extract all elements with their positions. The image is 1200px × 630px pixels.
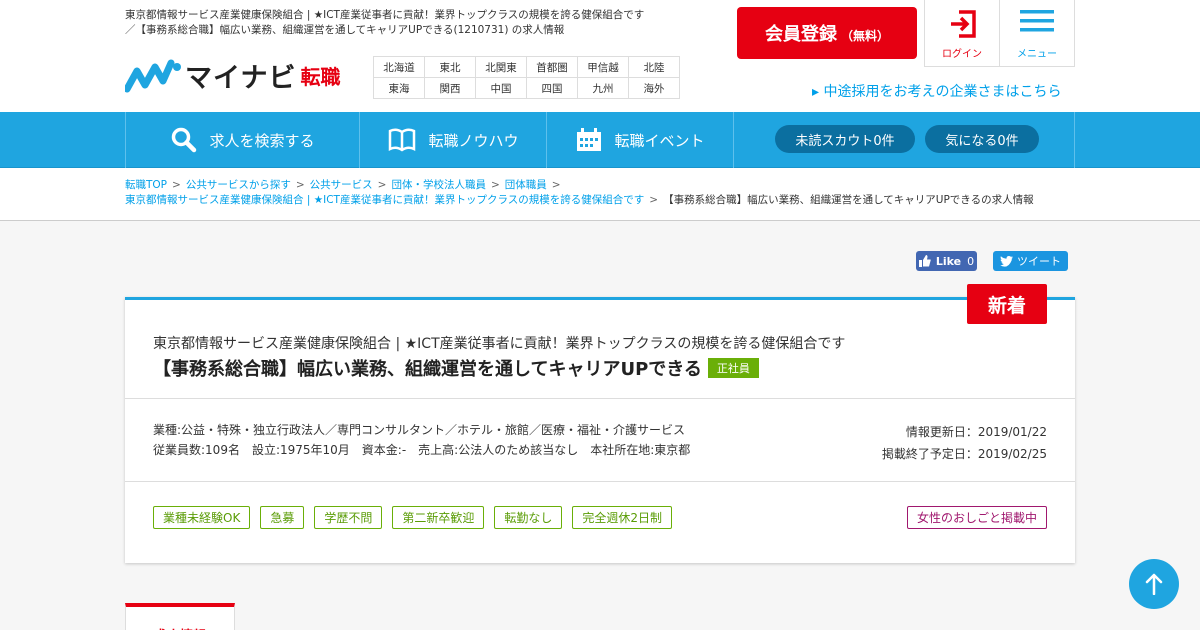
- thumbs-up-icon: [918, 255, 931, 267]
- breadcrumb-separator: >: [172, 179, 181, 191]
- feature-tag: 業種未経験OK: [153, 506, 251, 529]
- breadcrumb-current: 【事務系総合職】幅広い業務、組織運営を通してキャリアUPできるの求人情報: [663, 194, 1034, 206]
- women-job-tag[interactable]: 女性のおしごと掲載中: [906, 506, 1047, 529]
- twitter-bird-icon: [1000, 255, 1013, 267]
- scout-button[interactable]: 未読スカウト0件: [775, 125, 915, 153]
- region-link[interactable]: 中国: [475, 77, 527, 99]
- logo-text: マイナビ: [185, 63, 297, 94]
- region-link[interactable]: 東海: [373, 77, 425, 99]
- breadcrumb-link[interactable]: 転職TOP: [125, 179, 167, 191]
- region-link[interactable]: 四国: [526, 77, 578, 99]
- breadcrumb-separator: >: [551, 179, 561, 191]
- end-date: 掲載終了予定日：2019/02/25: [881, 447, 1047, 461]
- search-icon: [172, 127, 197, 153]
- corporate-link[interactable]: ▸ 中途採用をお考えの企業さまはこちら: [812, 81, 1061, 101]
- register-free-label: （無料）: [840, 28, 889, 43]
- calendar-icon: [577, 128, 602, 151]
- company-details: 従業員数:109名 設立:1975年10月 資本金:- 売上高:公法人のため該当…: [153, 443, 691, 457]
- breadcrumb-separator: >: [295, 179, 305, 191]
- company-industry: 業種:公益・特殊・独立行政法人／専門コンサルタント／ホテル・旅館／医療・福祉・介…: [153, 423, 686, 437]
- like-label: Like: [935, 254, 962, 268]
- breadcrumb-line-1: 転職TOP > 公共サービスから探す > 公共サービス > 団体・学校法人職員 > 団体職員 >: [125, 178, 566, 193]
- breadcrumb-line-2: 東京都情報サービス産業健康保険組合 | ★ICT産業従事者に貢献！業界トップクラ…: [125, 193, 1034, 208]
- site-header: 東京都情報サービス産業健康保険組合 | ★ICT産業従事者に貢献！業界トップクラ…: [0, 0, 1200, 112]
- breadcrumb-separator: >: [377, 179, 387, 191]
- job-title-text: 【事務系総合職】幅広い業務、組織運営を通してキャリアUPできる: [153, 359, 702, 380]
- feature-tag: 転勤なし: [494, 506, 563, 529]
- facebook-like-button[interactable]: Like 0: [916, 251, 977, 271]
- employment-type-badge: 正社員: [707, 358, 759, 378]
- feature-tags: 業種未経験OK 急募 学歴不問 第二新卒歓迎 転勤なし 完全週休2日制: [153, 506, 682, 529]
- updated-date: 情報更新日：2019/01/22: [905, 425, 1047, 439]
- region-link[interactable]: 北関東: [475, 56, 527, 78]
- feature-tag: 第二新卒歓迎: [392, 506, 485, 529]
- login-icon: [951, 10, 976, 38]
- job-title: 【事務系総合職】幅広い業務、組織運営を通してキャリアUPできる 正社員: [153, 355, 759, 381]
- card-divider: [125, 398, 1075, 399]
- breadcrumb-link[interactable]: 団体・学校法人職員: [391, 179, 486, 191]
- site-logo[interactable]: マイナビ 転職: [125, 56, 340, 95]
- tab-job-info[interactable]: 求人情報: [125, 603, 235, 630]
- like-count: 0: [967, 254, 975, 268]
- breadcrumb-link[interactable]: 公共サービスから探す: [186, 179, 291, 191]
- region-link[interactable]: 東北: [424, 56, 476, 78]
- global-nav: 求人を検索する 転職ノウハウ 転職イベント 未読スカウト0件 気になる0件: [0, 112, 1200, 168]
- register-label: 会員登録: [764, 24, 837, 45]
- menu-button[interactable]: メニュー: [999, 0, 1075, 67]
- logo-mark-icon: [125, 59, 181, 92]
- card-divider: [125, 481, 1075, 482]
- feature-tag: 学歴不問: [314, 506, 383, 529]
- back-to-top-button[interactable]: [1129, 559, 1179, 609]
- region-link[interactable]: 関西: [424, 77, 476, 99]
- favorites-button[interactable]: 気になる0件: [925, 125, 1039, 153]
- breadcrumb-link[interactable]: 公共サービス: [310, 179, 373, 191]
- company-name[interactable]: 東京都情報サービス産業健康保険組合 | ★ICT産業従事者に貢献！業界トップクラ…: [153, 333, 845, 353]
- menu-label: メニュー: [1017, 49, 1057, 60]
- new-badge: 新着: [967, 284, 1047, 324]
- register-button[interactable]: 会員登録 （無料）: [737, 7, 917, 59]
- region-link[interactable]: 首都圏: [526, 56, 578, 78]
- page-description: 東京都情報サービス産業健康保険組合 | ★ICT産業従事者に貢献！業界トップクラ…: [125, 9, 645, 36]
- region-link[interactable]: 海外: [628, 77, 680, 99]
- nav-event-label: 転職イベント: [614, 131, 705, 150]
- feature-tag: 完全週休2日制: [572, 506, 673, 529]
- tweet-label: ツイート: [1017, 255, 1061, 268]
- breadcrumb: 転職TOP > 公共サービスから探す > 公共サービス > 団体・学校法人職員 > 団体職員 > …: [0, 168, 1200, 221]
- breadcrumb-separator: >: [649, 194, 659, 206]
- breadcrumb-separator: >: [490, 179, 500, 191]
- tweet-button[interactable]: ツイート: [993, 251, 1068, 271]
- logo-subtext: 転職: [300, 65, 341, 89]
- region-link[interactable]: 北海道: [373, 56, 425, 78]
- login-label: ログイン: [942, 49, 982, 60]
- job-summary-card: 東京都情報サービス産業健康保険組合 | ★ICT産業従事者に貢献！業界トップクラ…: [125, 297, 1075, 563]
- login-button[interactable]: ログイン: [924, 0, 1000, 67]
- region-link[interactable]: 北陸: [628, 56, 680, 78]
- region-link[interactable]: 九州: [577, 77, 629, 99]
- region-links: 北海道 東北 北関東 首都圏 甲信越 北陸 東海 関西 中国 四国 九州 海外: [373, 56, 680, 99]
- feature-tag: 急募: [260, 506, 305, 529]
- nav-search[interactable]: 求人を検索する: [125, 112, 360, 168]
- breadcrumb-link[interactable]: 団体職員: [505, 179, 547, 191]
- hamburger-icon: [1020, 10, 1054, 32]
- arrow-up-icon: [1145, 573, 1163, 595]
- breadcrumb-company-link[interactable]: 東京都情報サービス産業健康保険組合 | ★ICT産業従事者に貢献！業界トップクラ…: [125, 194, 644, 206]
- nav-event[interactable]: 転職イベント: [546, 112, 734, 168]
- region-link[interactable]: 甲信越: [577, 56, 629, 78]
- nav-knowhow-label: 転職ノウハウ: [428, 131, 519, 150]
- book-icon: [389, 128, 416, 152]
- nav-knowhow[interactable]: 転職ノウハウ: [359, 112, 547, 168]
- nav-search-label: 求人を検索する: [209, 131, 315, 150]
